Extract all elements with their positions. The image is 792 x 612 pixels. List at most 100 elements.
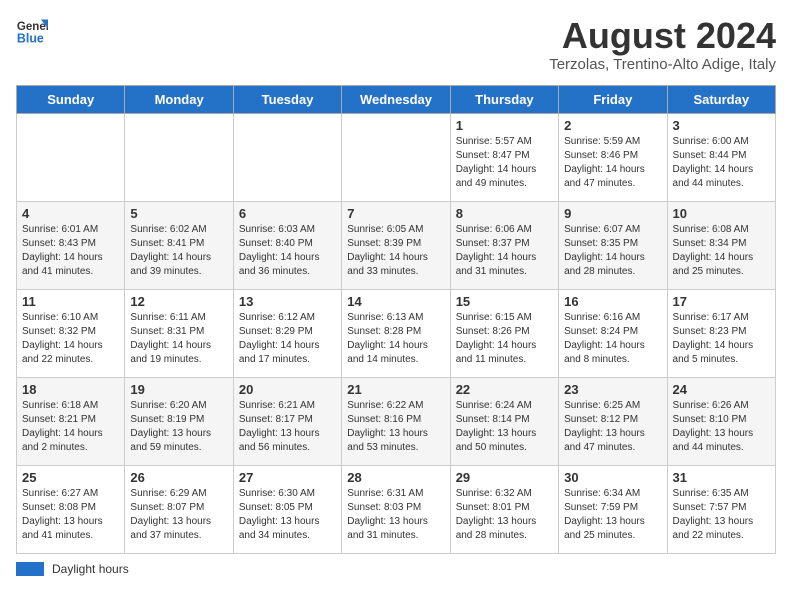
day-number: 21 [347,382,444,397]
day-number: 5 [130,206,227,221]
day-number: 16 [564,294,661,309]
day-number: 19 [130,382,227,397]
calendar-day-cell [342,113,450,201]
day-info: Sunrise: 6:02 AM Sunset: 8:41 PM Dayligh… [130,223,227,279]
calendar-day-cell: 16 Sunrise: 6:16 AM Sunset: 8:24 PM Dayli… [559,289,667,377]
day-info: Sunrise: 6:00 AM Sunset: 8:44 PM Dayligh… [673,135,770,191]
calendar-day-cell [233,113,341,201]
day-info: Sunrise: 6:22 AM Sunset: 8:16 PM Dayligh… [347,399,444,455]
calendar-subtitle: Terzolas, Trentino-Alto Adige, Italy [549,56,776,73]
day-number: 15 [456,294,553,309]
calendar-day-cell: 25 Sunrise: 6:27 AM Sunset: 8:08 PM Dayli… [17,465,125,553]
title-block: August 2024 Terzolas, Trentino-Alto Adig… [549,16,776,73]
day-number: 11 [22,294,119,309]
calendar-day-cell: 20 Sunrise: 6:21 AM Sunset: 8:17 PM Dayli… [233,377,341,465]
day-info: Sunrise: 6:06 AM Sunset: 8:37 PM Dayligh… [456,223,553,279]
calendar-day-cell: 12 Sunrise: 6:11 AM Sunset: 8:31 PM Dayli… [125,289,233,377]
day-number: 8 [456,206,553,221]
day-number: 20 [239,382,336,397]
day-info: Sunrise: 6:24 AM Sunset: 8:14 PM Dayligh… [456,399,553,455]
day-number: 7 [347,206,444,221]
calendar-day-cell: 26Sunrise: 6:29 AM Sunset: 8:07 PM Dayli… [125,465,233,553]
day-info: Sunrise: 6:13 AM Sunset: 8:28 PM Dayligh… [347,311,444,367]
day-number: 6 [239,206,336,221]
day-info: Sunrise: 6:11 AM Sunset: 8:31 PM Dayligh… [130,311,227,367]
day-info: Sunrise: 6:10 AM Sunset: 8:32 PM Dayligh… [22,311,119,367]
weekday-header: Sunday [17,85,125,113]
calendar-day-cell [17,113,125,201]
day-number: 12 [130,294,227,309]
day-number: 31 [673,470,770,485]
legend-label: Daylight hours [52,562,129,576]
weekday-header-row: SundayMondayTuesdayWednesdayThursdayFrid… [17,85,776,113]
calendar-day-cell: 14 Sunrise: 6:13 AM Sunset: 8:28 PM Dayli… [342,289,450,377]
day-number: 22 [456,382,553,397]
day-info: Sunrise: 6:17 AM Sunset: 8:23 PM Dayligh… [673,311,770,367]
calendar-day-cell: 13 Sunrise: 6:12 AM Sunset: 8:29 PM Dayli… [233,289,341,377]
calendar-day-cell: 22 Sunrise: 6:24 AM Sunset: 8:14 PM Dayli… [450,377,558,465]
weekday-header: Tuesday [233,85,341,113]
day-info: Sunrise: 6:20 AM Sunset: 8:19 PM Dayligh… [130,399,227,455]
calendar-day-cell: 29 Sunrise: 6:32 AM Sunset: 8:01 PM Dayli… [450,465,558,553]
day-info: Sunrise: 6:27 AM Sunset: 8:08 PM Dayligh… [22,487,119,543]
day-number: 1 [456,118,553,133]
day-number: 14 [347,294,444,309]
day-info: Sunrise: 6:21 AM Sunset: 8:17 PM Dayligh… [239,399,336,455]
day-info: Sunrise: 6:15 AM Sunset: 8:26 PM Dayligh… [456,311,553,367]
calendar-day-cell: 30 Sunrise: 6:34 AM Sunset: 7:59 PM Dayli… [559,465,667,553]
day-number: 30 [564,470,661,485]
weekday-header: Friday [559,85,667,113]
day-number: 25 [22,470,119,485]
calendar-day-cell: 9Sunrise: 6:07 AM Sunset: 8:35 PM Daylig… [559,201,667,289]
legend: Daylight hours [16,562,776,576]
calendar-day-cell: 3 Sunrise: 6:00 AM Sunset: 8:44 PM Daylig… [667,113,775,201]
calendar-day-cell: 2Sunrise: 5:59 AM Sunset: 8:46 PM Daylig… [559,113,667,201]
day-info: Sunrise: 6:18 AM Sunset: 8:21 PM Dayligh… [22,399,119,455]
day-number: 18 [22,382,119,397]
logo: General Blue [16,16,48,48]
calendar-day-cell: 6Sunrise: 6:03 AM Sunset: 8:40 PM Daylig… [233,201,341,289]
day-info: Sunrise: 6:30 AM Sunset: 8:05 PM Dayligh… [239,487,336,543]
day-info: Sunrise: 6:32 AM Sunset: 8:01 PM Dayligh… [456,487,553,543]
weekday-header: Wednesday [342,85,450,113]
calendar-day-cell: 4Sunrise: 6:01 AM Sunset: 8:43 PM Daylig… [17,201,125,289]
calendar-week-row: 18 Sunrise: 6:18 AM Sunset: 8:21 PM Dayli… [17,377,776,465]
day-number: 13 [239,294,336,309]
day-info: Sunrise: 6:01 AM Sunset: 8:43 PM Dayligh… [22,223,119,279]
day-number: 10 [673,206,770,221]
day-info: Sunrise: 6:31 AM Sunset: 8:03 PM Dayligh… [347,487,444,543]
calendar-week-row: 11 Sunrise: 6:10 AM Sunset: 8:32 PM Dayli… [17,289,776,377]
day-info: Sunrise: 5:57 AM Sunset: 8:47 PM Dayligh… [456,135,553,191]
calendar-title: August 2024 [549,16,776,56]
calendar-day-cell: 18 Sunrise: 6:18 AM Sunset: 8:21 PM Dayli… [17,377,125,465]
day-info: Sunrise: 5:59 AM Sunset: 8:46 PM Dayligh… [564,135,661,191]
day-info: Sunrise: 6:34 AM Sunset: 7:59 PM Dayligh… [564,487,661,543]
calendar-day-cell: 27Sunrise: 6:30 AM Sunset: 8:05 PM Dayli… [233,465,341,553]
weekday-header: Thursday [450,85,558,113]
day-number: 28 [347,470,444,485]
day-number: 3 [673,118,770,133]
calendar-week-row: 1 Sunrise: 5:57 AM Sunset: 8:47 PM Daylig… [17,113,776,201]
day-info: Sunrise: 6:16 AM Sunset: 8:24 PM Dayligh… [564,311,661,367]
day-info: Sunrise: 6:35 AM Sunset: 7:57 PM Dayligh… [673,487,770,543]
weekday-header: Saturday [667,85,775,113]
calendar-week-row: 4Sunrise: 6:01 AM Sunset: 8:43 PM Daylig… [17,201,776,289]
calendar-day-cell: 11 Sunrise: 6:10 AM Sunset: 8:32 PM Dayli… [17,289,125,377]
day-info: Sunrise: 6:08 AM Sunset: 8:34 PM Dayligh… [673,223,770,279]
calendar-day-cell: 10 Sunrise: 6:08 AM Sunset: 8:34 PM Dayli… [667,201,775,289]
calendar-week-row: 25 Sunrise: 6:27 AM Sunset: 8:08 PM Dayli… [17,465,776,553]
calendar-day-cell: 23Sunrise: 6:25 AM Sunset: 8:12 PM Dayli… [559,377,667,465]
day-number: 29 [456,470,553,485]
logo-icon: General Blue [16,16,48,48]
day-info: Sunrise: 6:25 AM Sunset: 8:12 PM Dayligh… [564,399,661,455]
calendar-day-cell: 19 Sunrise: 6:20 AM Sunset: 8:19 PM Dayli… [125,377,233,465]
day-info: Sunrise: 6:12 AM Sunset: 8:29 PM Dayligh… [239,311,336,367]
calendar-day-cell: 15 Sunrise: 6:15 AM Sunset: 8:26 PM Dayli… [450,289,558,377]
calendar-day-cell [125,113,233,201]
day-info: Sunrise: 6:29 AM Sunset: 8:07 PM Dayligh… [130,487,227,543]
calendar-day-cell: 5 Sunrise: 6:02 AM Sunset: 8:41 PM Daylig… [125,201,233,289]
calendar-day-cell: 7Sunrise: 6:05 AM Sunset: 8:39 PM Daylig… [342,201,450,289]
day-number: 24 [673,382,770,397]
calendar-day-cell: 8 Sunrise: 6:06 AM Sunset: 8:37 PM Daylig… [450,201,558,289]
day-info: Sunrise: 6:07 AM Sunset: 8:35 PM Dayligh… [564,223,661,279]
